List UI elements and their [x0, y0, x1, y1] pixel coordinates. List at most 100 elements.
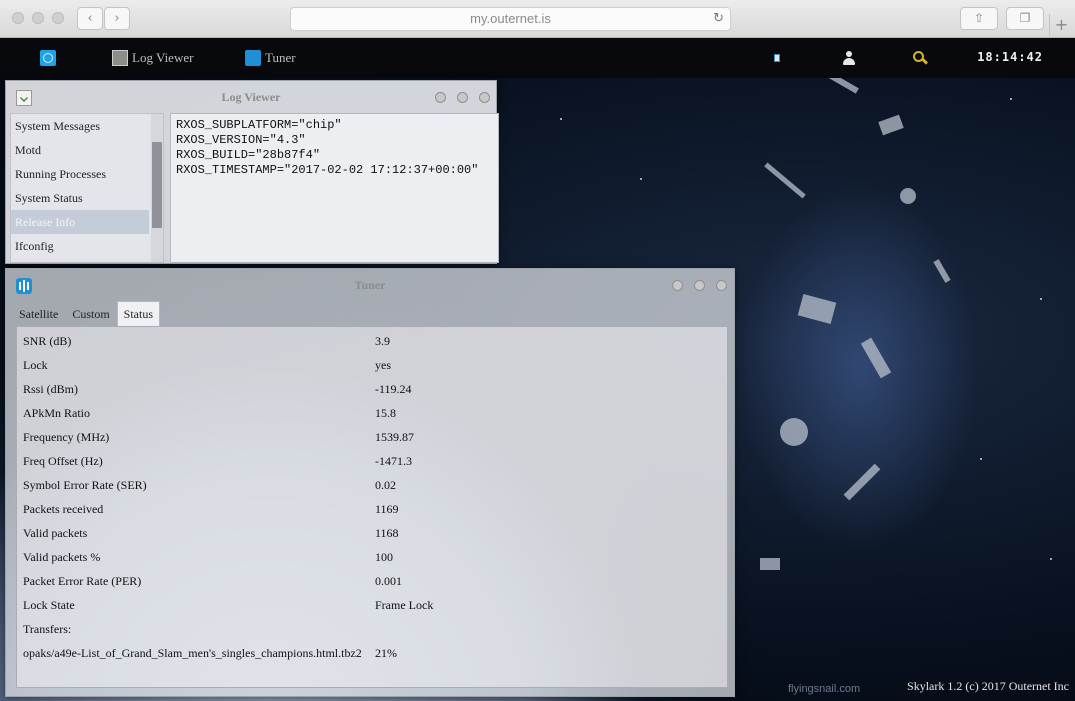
taskbar-item-label: Tuner	[265, 50, 296, 65]
network-icon[interactable]	[771, 52, 783, 64]
status-value: 21%	[375, 646, 397, 660]
zoom-window-button[interactable]	[52, 12, 64, 24]
show-tabs-button[interactable]: ❐	[1006, 7, 1044, 30]
status-row-freq-offset: Freq Offset (Hz) -1471.3	[17, 449, 727, 473]
back-button[interactable]: ‹	[77, 7, 103, 30]
status-value: 1169	[375, 502, 399, 516]
clock: 18:14:42	[977, 50, 1043, 64]
app-taskbar: Log Viewer Tuner 18:14:42	[0, 38, 1075, 78]
minimize-window-button[interactable]	[32, 12, 44, 24]
close-button[interactable]	[716, 280, 727, 291]
status-table: SNR (dB) 3.9 Lock yes Rssi (dBm) -119.24 AP…	[16, 326, 728, 688]
log-viewer-window: Log Viewer System Messages Motd Running …	[5, 80, 499, 264]
status-row-per: Packet Error Rate (PER) 0.001	[17, 569, 727, 593]
plus-icon: +	[1054, 15, 1069, 34]
chevron-right-icon: ›	[114, 11, 120, 26]
taskbar-item-log-viewer[interactable]: Log Viewer	[112, 50, 193, 66]
status-key: APkMn Ratio	[23, 406, 91, 420]
status-value: -1471.3	[375, 454, 412, 468]
tuner-titlebar[interactable]: Tuner	[6, 269, 734, 301]
taskbar-item-label: Log Viewer	[132, 50, 194, 65]
log-list: System Messages Motd Running Processes S…	[10, 113, 164, 263]
status-value: 0.001	[375, 574, 402, 588]
tabs-icon: ❐	[1019, 11, 1031, 25]
status-key: Transfers:	[23, 622, 72, 636]
status-value: 1168	[375, 526, 399, 540]
status-key: Lock	[23, 358, 48, 372]
log-item-ifconfig[interactable]: Ifconfig	[11, 234, 149, 258]
log-item-motd[interactable]: Motd	[11, 138, 149, 162]
status-row-rssi: Rssi (dBm) -119.24	[17, 377, 727, 401]
log-item-running-processes[interactable]: Running Processes	[11, 162, 149, 186]
window-title: Tuner	[354, 278, 386, 292]
status-key: Valid packets	[23, 526, 88, 540]
status-value: Frame Lock	[375, 598, 434, 612]
log-item-system-status[interactable]: System Status	[11, 186, 149, 210]
status-value: yes	[375, 358, 391, 372]
share-button[interactable]: ⇧	[960, 7, 998, 30]
status-value: 100	[375, 550, 393, 564]
status-value: 15.8	[375, 406, 396, 420]
status-row-valid-packets-percent: Valid packets % 100	[17, 545, 727, 569]
image-watermark: flyingsnail.com	[788, 683, 861, 695]
address-bar[interactable]: my.outernet.is ↻	[290, 7, 731, 31]
maximize-button[interactable]	[457, 92, 468, 103]
log-content: RXOS_SUBPLATFORM="chip" RXOS_VERSION="4.…	[170, 113, 499, 263]
minimize-button[interactable]	[672, 280, 683, 291]
log-item-release-info[interactable]: Release Info	[11, 210, 149, 234]
home-icon[interactable]	[40, 50, 56, 66]
tuner-window: Tuner Satellite Custom Status SNR (dB) 3.…	[5, 268, 735, 697]
status-key: opaks/a49e-List_of_Grand_Slam_men's_sing…	[23, 646, 362, 660]
status-row-ser: Symbol Error Rate (SER) 0.02	[17, 473, 727, 497]
status-row-valid-packets: Valid packets 1168	[17, 521, 727, 545]
status-row-packets-received: Packets received 1169	[17, 497, 727, 521]
maximize-button[interactable]	[694, 280, 705, 291]
log-viewer-titlebar[interactable]: Log Viewer	[6, 81, 496, 113]
status-value	[370, 617, 375, 641]
reload-icon[interactable]: ↻	[713, 8, 724, 30]
forward-button[interactable]: ›	[104, 7, 130, 30]
status-value: 0.02	[375, 478, 396, 492]
status-key: Symbol Error Rate (SER)	[23, 478, 147, 492]
log-viewer-icon	[112, 50, 128, 66]
status-key: Packets received	[23, 502, 104, 516]
status-row-transfer-item: opaks/a49e-List_of_Grand_Slam_men's_sing…	[17, 641, 727, 665]
window-title: Log Viewer	[221, 90, 281, 104]
status-key: SNR (dB)	[23, 334, 72, 348]
status-value: 3.9	[375, 334, 390, 348]
status-row-lock-state: Lock State Frame Lock	[17, 593, 727, 617]
status-value: -119.24	[375, 382, 412, 396]
taskbar-item-tuner[interactable]: Tuner	[245, 50, 296, 66]
footer-copyright: Skylark 1.2 (c) 2017 Outernet Inc	[907, 679, 1069, 693]
close-window-button[interactable]	[12, 12, 24, 24]
status-key: Lock State	[23, 598, 75, 612]
log-item-system-messages[interactable]: System Messages	[11, 114, 149, 138]
tuner-icon	[245, 50, 261, 66]
tab-satellite[interactable]: Satellite	[12, 301, 65, 326]
share-icon: ⇧	[973, 11, 985, 25]
tab-status[interactable]: Status	[116, 301, 161, 326]
user-icon[interactable]	[842, 51, 856, 65]
status-value: 1539.87	[375, 430, 414, 444]
status-row-apkmn-ratio: APkMn Ratio 15.8	[17, 401, 727, 425]
status-key: Packet Error Rate (PER)	[23, 574, 142, 588]
minimize-button[interactable]	[435, 92, 446, 103]
status-row-snr: SNR (dB) 3.9	[17, 329, 727, 353]
status-key: Freq Offset (Hz)	[23, 454, 103, 468]
status-key: Valid packets %	[23, 550, 101, 564]
search-icon[interactable]	[913, 51, 929, 65]
log-list-scrollbar[interactable]	[151, 114, 163, 262]
scrollbar-thumb[interactable]	[152, 142, 162, 228]
tuner-tabs: Satellite Custom Status	[12, 301, 161, 326]
close-button[interactable]	[479, 92, 490, 103]
status-row-transfers: Transfers:	[17, 617, 727, 641]
browser-toolbar: ‹ › my.outernet.is ↻ ⇧ ❐ +	[0, 0, 1075, 38]
status-row-frequency: Frequency (MHz) 1539.87	[17, 425, 727, 449]
chevron-left-icon: ‹	[87, 11, 93, 26]
url-text: my.outernet.is	[470, 11, 551, 26]
tab-custom[interactable]: Custom	[65, 301, 116, 326]
status-row-lock: Lock yes	[17, 353, 727, 377]
status-key: Frequency (MHz)	[23, 430, 110, 444]
status-key: Rssi (dBm)	[23, 382, 79, 396]
new-tab-button[interactable]: +	[1049, 14, 1073, 36]
